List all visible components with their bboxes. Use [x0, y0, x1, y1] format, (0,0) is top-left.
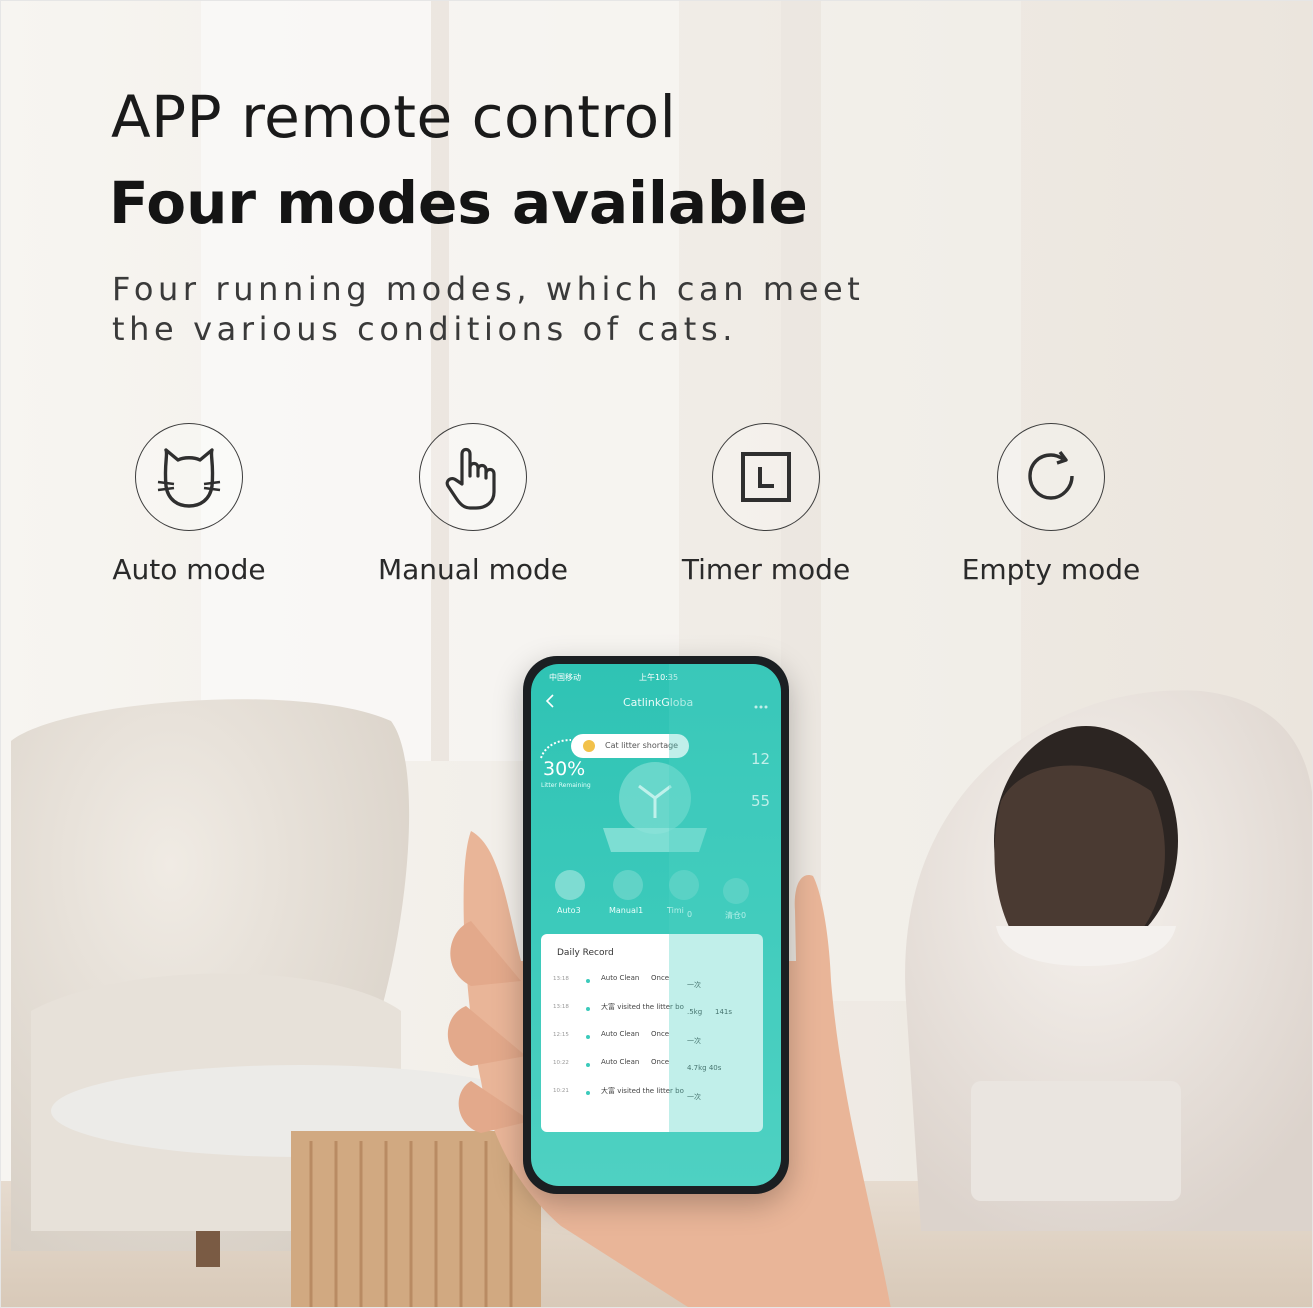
product-image: APP remote control Four modes available …: [0, 0, 1313, 1308]
cat-face-icon: [135, 423, 243, 531]
smartphone: 中国移动 上午10:35 CatlinkGloba Cat litter sho…: [523, 656, 789, 1194]
app-screen: 中国移动 上午10:35 CatlinkGloba Cat litter sho…: [531, 664, 781, 1186]
hand-pointer-icon: [419, 423, 527, 531]
litter-gauge-arc: [540, 739, 572, 759]
app-mode-manual-button[interactable]: [613, 870, 643, 900]
mode-label: Manual mode: [377, 553, 569, 586]
timer-square-icon: [712, 423, 820, 531]
mode-label: Timer mode: [681, 553, 851, 586]
mode-label: Auto mode: [112, 553, 266, 586]
subheadline: Four modes available: [109, 169, 808, 237]
screen-overlay: [669, 664, 781, 1186]
back-chevron-icon[interactable]: [545, 694, 555, 708]
refresh-circle-icon: [997, 423, 1105, 531]
alert-text: Cat litter shortage: [605, 741, 679, 750]
app-mode-label: Manual1: [609, 906, 644, 915]
app-mode-label: Auto3: [557, 906, 581, 915]
warning-icon: [583, 740, 595, 752]
status-carrier: 中国移动: [549, 673, 581, 682]
headline: APP remote control: [111, 83, 677, 151]
litter-label: Litter Remaining: [541, 782, 591, 789]
description: Four running modes, which can meet the v…: [112, 270, 865, 348]
daily-record-title: Daily Record: [557, 948, 614, 958]
mode-label: Empty mode: [961, 553, 1141, 586]
litter-percent: 30%: [543, 758, 586, 780]
app-mode-auto-button[interactable]: [555, 870, 585, 900]
